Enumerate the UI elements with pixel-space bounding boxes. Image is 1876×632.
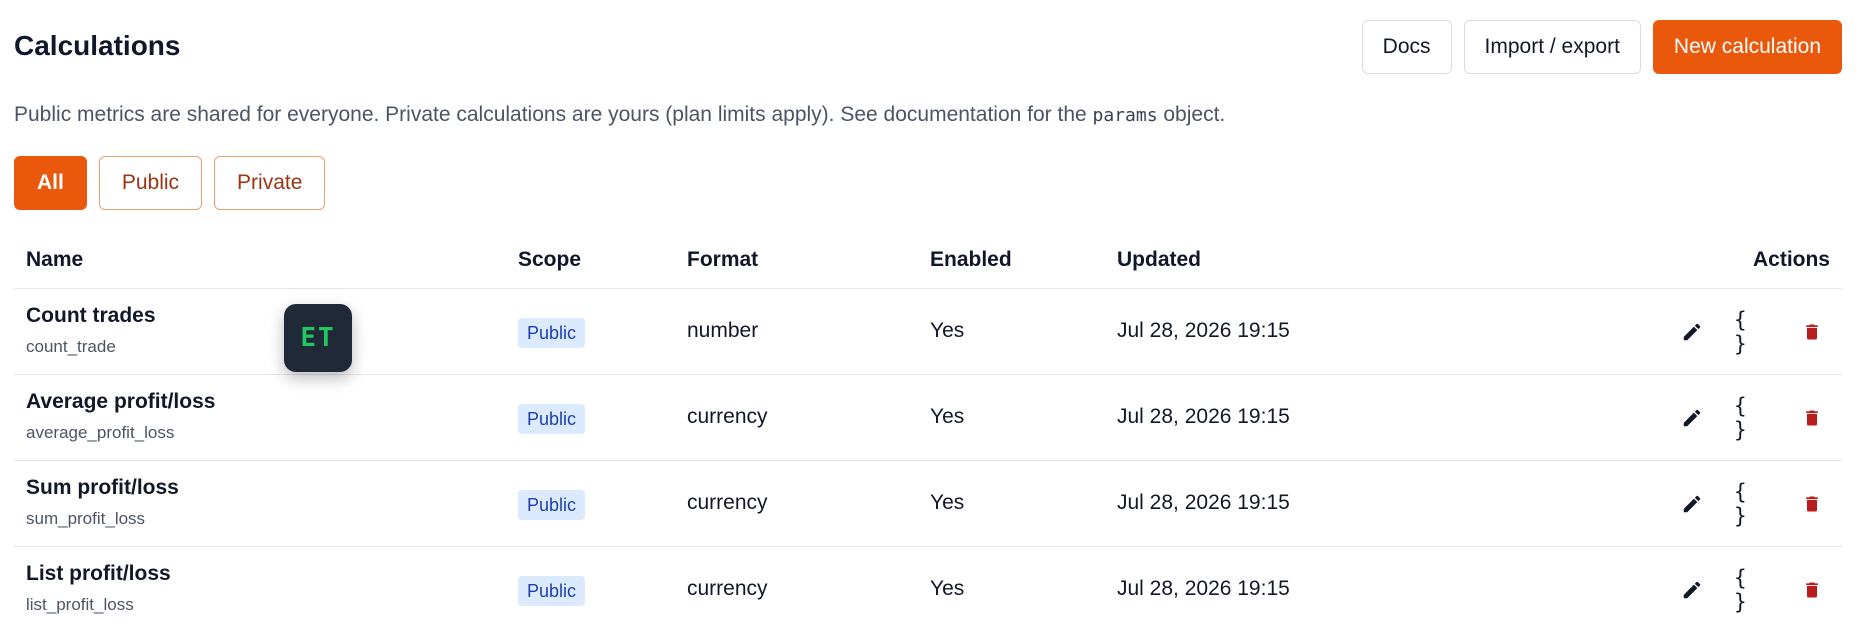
delete-button[interactable] xyxy=(1794,573,1830,607)
enabled-value: Yes xyxy=(930,405,965,428)
calculation-key: average_profit_loss xyxy=(26,423,175,442)
edit-json-button[interactable]: { } xyxy=(1734,480,1770,528)
trash-icon xyxy=(1806,496,1818,512)
column-enabled: Enabled xyxy=(930,248,1012,271)
pencil-icon xyxy=(1683,495,1701,513)
table-row: List profit/loss list_profit_loss Public… xyxy=(14,547,1842,632)
trash-icon xyxy=(1806,582,1818,598)
format-value: currency xyxy=(687,405,768,428)
params-code: params xyxy=(1092,105,1158,126)
trash-icon xyxy=(1806,324,1818,340)
row-actions: { } xyxy=(1674,566,1830,614)
edit-json-button[interactable]: { } xyxy=(1734,394,1770,442)
edit-button[interactable] xyxy=(1674,487,1710,521)
row-actions: { } xyxy=(1674,308,1830,356)
scope-filters: All Public Private xyxy=(14,156,326,210)
calculation-key: sum_profit_loss xyxy=(26,509,146,528)
column-scope: Scope xyxy=(518,248,582,271)
enabled-value: Yes xyxy=(930,491,965,514)
row-actions: { } xyxy=(1674,480,1830,528)
column-format: Format xyxy=(687,248,759,271)
pencil-icon xyxy=(1683,409,1701,427)
updated-value: Jul 28, 2026 19:15 xyxy=(1117,577,1290,600)
scope-badge: Public xyxy=(518,490,586,520)
filter-private[interactable]: Private xyxy=(214,156,326,210)
scope-badge: Public xyxy=(518,576,586,606)
page-description: Public metrics are shared for everyone. … xyxy=(14,100,1225,131)
column-actions: Actions xyxy=(1752,248,1830,271)
docs-button[interactable]: Docs xyxy=(1361,20,1452,74)
updated-value: Jul 28, 2026 19:15 xyxy=(1117,405,1290,428)
updated-value: Jul 28, 2026 19:15 xyxy=(1117,491,1290,514)
format-value: currency xyxy=(687,491,768,514)
header-actions: Docs Import / export New calculation xyxy=(1361,20,1842,74)
column-updated: Updated xyxy=(1117,248,1201,271)
row-actions: { } xyxy=(1674,394,1830,442)
calculation-name: Average profit/loss xyxy=(26,390,216,413)
new-calculation-button[interactable]: New calculation xyxy=(1652,20,1842,74)
scope-badge: Public xyxy=(518,318,586,348)
description-text-end: object. xyxy=(1157,103,1226,126)
format-value: number xyxy=(687,319,759,342)
edit-json-button[interactable]: { } xyxy=(1734,308,1770,356)
app-badge-text: ET xyxy=(300,323,336,353)
edit-button[interactable] xyxy=(1674,401,1710,435)
scope-badge: Public xyxy=(518,404,586,434)
calculation-name: Sum profit/loss xyxy=(26,476,179,499)
format-value: currency xyxy=(687,577,768,600)
trash-icon xyxy=(1806,410,1818,426)
braces-icon: { } xyxy=(1734,480,1749,528)
calculation-key: count_trade xyxy=(26,337,116,356)
calculation-name: Count trades xyxy=(26,304,156,327)
braces-icon: { } xyxy=(1734,308,1749,356)
floating-app-icon[interactable]: ET xyxy=(284,304,352,372)
delete-button[interactable] xyxy=(1794,401,1830,435)
delete-button[interactable] xyxy=(1794,315,1830,349)
pencil-icon xyxy=(1683,323,1701,341)
pencil-icon xyxy=(1683,581,1701,599)
edit-button[interactable] xyxy=(1674,573,1710,607)
table-header: Name Scope Format Enabled Updated Action… xyxy=(14,240,1842,289)
calculation-name: List profit/loss xyxy=(26,562,171,585)
edit-button[interactable] xyxy=(1674,315,1710,349)
calculation-key: list_profit_loss xyxy=(26,595,134,614)
edit-json-button[interactable]: { } xyxy=(1734,566,1770,614)
description-text: Public metrics are shared for everyone. … xyxy=(14,103,1093,126)
import-export-button[interactable]: Import / export xyxy=(1463,20,1641,74)
braces-icon: { } xyxy=(1734,394,1749,442)
table-row: Average profit/loss average_profit_loss … xyxy=(14,375,1842,461)
enabled-value: Yes xyxy=(930,319,965,342)
updated-value: Jul 28, 2026 19:15 xyxy=(1117,319,1290,342)
table-row: Sum profit/loss sum_profit_loss Public c… xyxy=(14,461,1842,547)
column-name: Name xyxy=(26,248,84,271)
delete-button[interactable] xyxy=(1794,487,1830,521)
page-title: Calculations xyxy=(14,30,181,61)
filter-public[interactable]: Public xyxy=(98,156,203,210)
enabled-value: Yes xyxy=(930,577,965,600)
filter-all[interactable]: All xyxy=(14,156,87,210)
braces-icon: { } xyxy=(1734,566,1749,614)
